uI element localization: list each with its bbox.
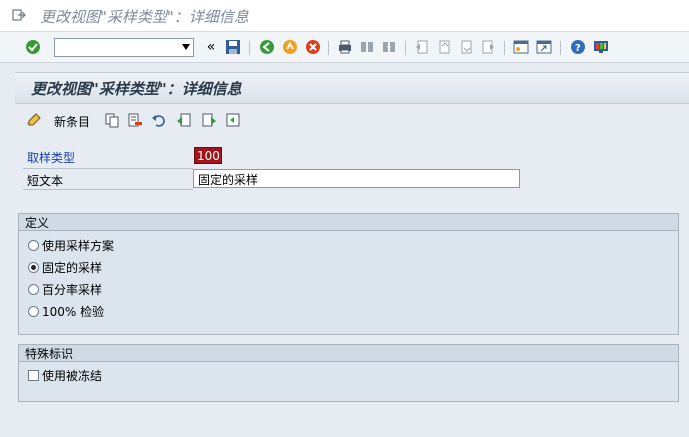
short-text-field[interactable]: 固定的采样 (193, 169, 520, 188)
radio-label: 100% 检验 (42, 304, 105, 319)
radio-100-percent-inspection[interactable]: 100% 检验 (28, 303, 104, 319)
print-icon[interactable] (337, 39, 353, 55)
shortcut-icon[interactable] (536, 39, 552, 55)
select-entry-icon[interactable] (225, 112, 241, 128)
sampling-type-field[interactable]: 100 (194, 147, 222, 164)
window-title: 更改视图"采样类型"：详细信息 (40, 8, 249, 26)
copy-icon[interactable] (104, 112, 120, 128)
radio-label: 固定的采样 (42, 260, 103, 275)
layout-menu-icon[interactable] (593, 39, 609, 55)
title-bar: 更改视图"采样类型"：详细信息 (0, 0, 689, 32)
frozen-checkbox-row[interactable]: 使用被冻结 (28, 367, 102, 383)
radio-use-sampling-scheme[interactable]: 使用采样方案 (28, 237, 114, 253)
sampling-type-label: 取样类型 (27, 151, 76, 165)
radio-button[interactable] (28, 239, 39, 251)
radio-button-selected[interactable] (28, 261, 39, 273)
screen-title-bar: 更改视图"采样类型"：详细信息 (15, 72, 689, 104)
definition-group-header: 定义 (19, 214, 678, 231)
find-next-icon[interactable]: + (381, 39, 397, 55)
display-change-icon[interactable] (26, 112, 42, 128)
new-entries-button[interactable]: 新条目 (54, 113, 90, 130)
radio-label: 使用采样方案 (42, 238, 115, 253)
previous-page-icon[interactable] (436, 39, 452, 55)
enter-icon[interactable] (25, 39, 41, 55)
radio-percentage-sample[interactable]: 百分率采样 (28, 281, 102, 297)
radio-button[interactable] (28, 305, 39, 317)
next-page-icon[interactable] (458, 39, 474, 55)
special-indicator-group: 特殊标识 使用被冻结 (18, 344, 679, 402)
svg-text:?: ? (575, 43, 581, 54)
save-icon[interactable] (225, 39, 241, 55)
previous-entry-icon[interactable] (176, 112, 192, 128)
divider (23, 168, 193, 169)
frozen-checkbox[interactable] (28, 369, 39, 381)
checkbox-label: 使用被冻结 (42, 368, 103, 383)
radio-label: 百分率采样 (42, 282, 103, 297)
first-page-icon[interactable] (414, 39, 430, 55)
exit-icon[interactable] (282, 39, 298, 55)
last-page-icon[interactable] (480, 39, 496, 55)
separator (560, 41, 561, 55)
cancel-icon[interactable] (305, 39, 321, 55)
special-indicator-header: 特殊标识 (19, 345, 678, 362)
radio-button[interactable] (28, 283, 39, 295)
double-chevron-left-icon[interactable]: « (203, 39, 219, 55)
menu-exit-icon[interactable] (12, 8, 26, 22)
special-indicator-title: 特殊标识 (25, 347, 74, 361)
separator (504, 41, 505, 55)
definition-title: 定义 (25, 216, 50, 230)
separator (405, 41, 406, 55)
separator (249, 41, 250, 55)
undo-icon[interactable] (151, 112, 167, 128)
new-session-icon[interactable] (513, 39, 529, 55)
svg-text:+: + (386, 43, 392, 51)
back-icon[interactable] (259, 39, 275, 55)
chevron-down-icon[interactable] (182, 44, 190, 50)
command-field[interactable] (54, 38, 194, 57)
screen-title: 更改视图"采样类型"：详细信息 (31, 80, 242, 98)
find-icon[interactable] (359, 39, 375, 55)
divider (23, 189, 193, 190)
short-text-label: 短文本 (27, 174, 64, 188)
radio-fixed-sample[interactable]: 固定的采样 (28, 259, 102, 275)
next-entry-icon[interactable] (201, 112, 217, 128)
definition-group: 定义 使用采样方案 固定的采样 百分率采样 100% 检验 (18, 213, 679, 335)
help-icon[interactable]: ? (570, 39, 586, 55)
separator (328, 41, 329, 55)
delete-icon[interactable] (127, 112, 143, 128)
